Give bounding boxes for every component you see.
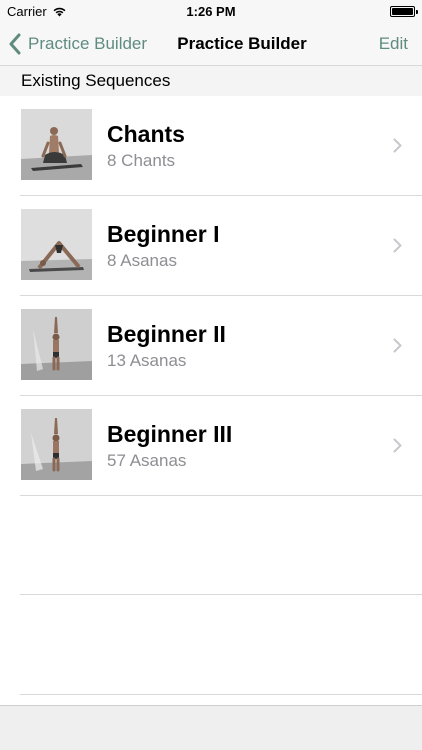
status-bar: Carrier 1:26 PM bbox=[0, 0, 422, 22]
section-header-label: Existing Sequences bbox=[21, 71, 171, 90]
sequence-title: Chants bbox=[107, 121, 185, 147]
empty-row-separator bbox=[20, 694, 422, 695]
bottom-toolbar bbox=[0, 705, 422, 750]
sequence-count: 57 Asanas bbox=[107, 451, 187, 470]
chevron-left-icon bbox=[9, 33, 21, 55]
chevron-right-icon bbox=[393, 338, 402, 353]
section-header: Existing Sequences bbox=[0, 66, 422, 96]
navigation-bar: Practice Builder Practice Builder Edit bbox=[0, 22, 422, 66]
battery-icon bbox=[390, 6, 418, 17]
sequence-list: Chants 8 Chants Beginner I 8 Asanas Begi… bbox=[0, 96, 422, 496]
chevron-right-icon bbox=[393, 138, 402, 153]
back-button[interactable]: Practice Builder bbox=[8, 22, 147, 66]
downward-dog-pose-image bbox=[21, 209, 92, 280]
sequence-title: Beginner II bbox=[107, 321, 226, 347]
empty-row-separator bbox=[20, 594, 422, 595]
list-item[interactable]: Beginner I 8 Asanas bbox=[0, 196, 422, 296]
back-button-label: Practice Builder bbox=[28, 34, 148, 53]
chevron-right-icon bbox=[393, 238, 402, 253]
status-time: 1:26 PM bbox=[186, 4, 236, 19]
row-separator bbox=[20, 495, 422, 496]
sequence-title: Beginner III bbox=[107, 421, 233, 447]
sequence-thumbnail bbox=[21, 409, 92, 480]
page-title: Practice Builder bbox=[177, 34, 307, 53]
sequence-count: 8 Chants bbox=[107, 151, 176, 170]
chevron-right-icon bbox=[393, 438, 402, 453]
sequence-thumbnail bbox=[21, 309, 92, 380]
edit-button[interactable]: Edit bbox=[379, 22, 408, 66]
list-item[interactable]: Chants 8 Chants bbox=[0, 96, 422, 196]
list-item[interactable]: Beginner III 57 Asanas bbox=[0, 396, 422, 496]
sequence-thumbnail bbox=[21, 109, 92, 180]
standing-pose-image bbox=[21, 309, 92, 380]
seated-pose-image bbox=[21, 109, 92, 180]
sequence-title: Beginner I bbox=[107, 221, 220, 247]
sequence-count: 8 Asanas bbox=[107, 251, 177, 270]
list-item[interactable]: Beginner II 13 Asanas bbox=[0, 296, 422, 396]
sequence-thumbnail bbox=[21, 209, 92, 280]
standing-pose-image bbox=[21, 409, 92, 480]
sequence-count: 13 Asanas bbox=[107, 351, 187, 370]
